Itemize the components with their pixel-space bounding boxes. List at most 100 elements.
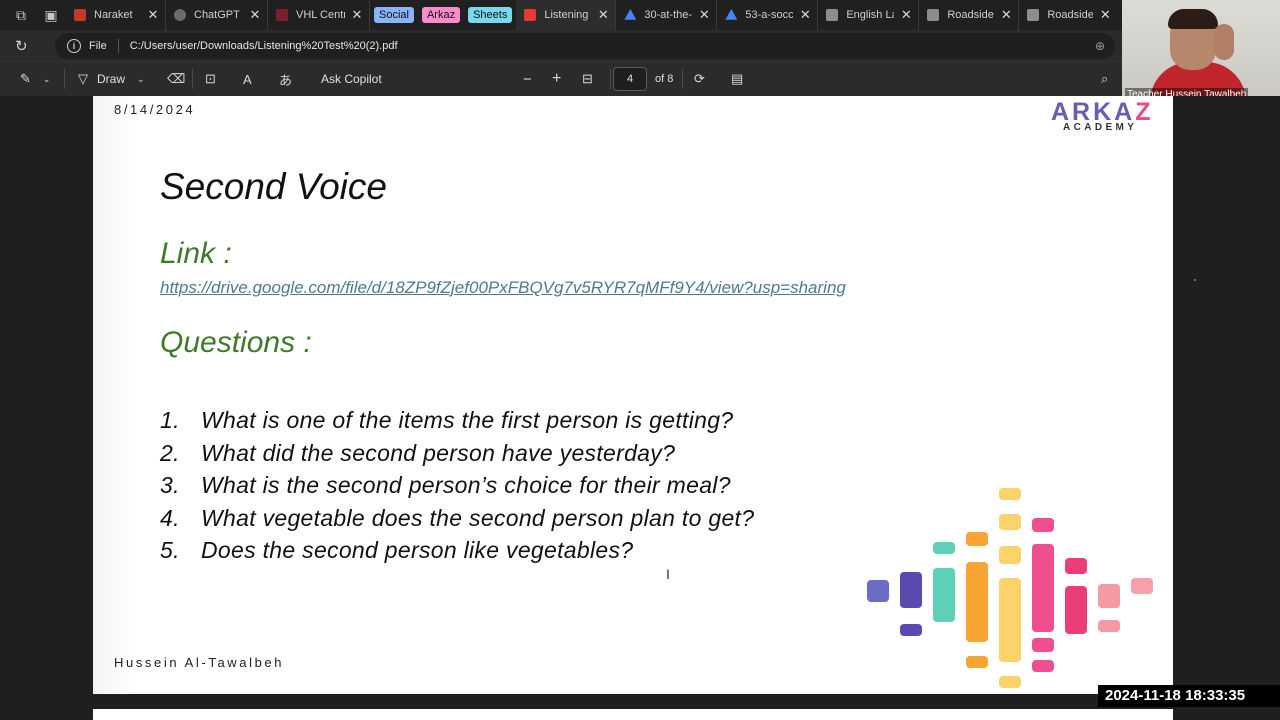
tab-roadside-a-2[interactable]: Roadside A ✕ [1019, 0, 1117, 30]
close-tab-icon[interactable]: ✕ [1000, 7, 1012, 23]
slide-author: Hussein Al-Tawalbeh [114, 655, 285, 670]
tab-title: Listening T [544, 9, 591, 21]
tab-strip: ⧉ ▣ Naraket ✕ ChatGPT ✕ VHL Central ✕ So… [0, 0, 1280, 30]
close-tab-icon[interactable]: ✕ [249, 7, 261, 23]
wave-bar [1131, 578, 1153, 594]
question-number: 3. [160, 472, 180, 498]
tab-group-arkaz[interactable]: Arkaz [421, 7, 461, 23]
wave-bar [933, 568, 955, 622]
slide-title: Second Voice [160, 166, 387, 207]
eraser-icon: ⌫ [167, 71, 186, 86]
plus-icon: + [552, 70, 562, 87]
zoom-in-button[interactable]: + [552, 62, 561, 97]
question-text: What vegetable does the second person pl… [201, 504, 755, 531]
pdf-viewer[interactable]: 8/14/2024 ARKAZ ACADEMY Second Voice Lin… [0, 96, 1280, 720]
close-tab-icon[interactable]: ✕ [1099, 7, 1111, 23]
question-number: 5. [160, 537, 180, 563]
question-text: What did the second person have yesterda… [201, 439, 676, 466]
list-item: 1. What is one of the items the first per… [160, 404, 754, 437]
pdf-favicon-icon [524, 9, 537, 21]
wave-bar [1032, 518, 1054, 532]
wave-bar [999, 578, 1021, 662]
page-favicon-icon [826, 9, 839, 21]
zoom-icon[interactable]: ⊕ [1095, 39, 1105, 53]
close-tab-icon[interactable]: ✕ [698, 7, 710, 23]
page-view-icon: ▤ [731, 71, 744, 86]
wave-bar [1032, 660, 1054, 672]
tab-roadside-a-1[interactable]: Roadside A ✕ [919, 0, 1020, 30]
highlight-button[interactable]: ✎ ⌄ [20, 62, 50, 97]
text-box-button[interactable]: ⊡ [205, 62, 216, 97]
webcam-person-hair [1168, 9, 1218, 29]
question-number: 2. [160, 439, 180, 466]
ask-copilot-button[interactable]: Ask Copilot [321, 62, 382, 97]
tab-title: English Lar [846, 9, 894, 21]
translate-button[interactable]: あ [279, 62, 292, 97]
read-aloud-button[interactable]: A [243, 62, 252, 97]
page-number-control: 4 of 8 [613, 62, 673, 97]
zoom-out-button[interactable]: − [523, 62, 532, 97]
chevron-down-icon[interactable]: ⌄ [43, 74, 51, 85]
tab-title: Naraket [94, 9, 133, 21]
page-number-input[interactable]: 4 [613, 67, 647, 91]
wave-bar [966, 656, 988, 668]
question-text: What is the second person’s choice for t… [201, 472, 731, 498]
pdf-toolbar: ✎ ⌄ ▽ Draw ⌄ ⌫ ⊡ A あ Ask Copilot − + ⊟ 4… [0, 61, 1122, 96]
tab-chatgpt[interactable]: ChatGPT ✕ [166, 0, 268, 30]
draw-button[interactable]: ▽ Draw ⌄ [78, 62, 145, 97]
tab-vhl-central[interactable]: VHL Central ✕ [268, 0, 370, 30]
address-bar: ↻ i File C:/Users/user/Downloads/Listeni… [0, 30, 1122, 61]
wave-bar [966, 532, 988, 546]
text-box-icon: ⊡ [205, 71, 216, 86]
wave-bar [999, 676, 1021, 688]
ask-copilot-label: Ask Copilot [321, 72, 382, 86]
reload-icon[interactable]: ↻ [15, 37, 45, 55]
tab-group-social[interactable]: Social [374, 7, 414, 23]
wave-bar [1032, 638, 1054, 652]
search-button[interactable]: ⌕ [1101, 62, 1108, 97]
close-tab-icon[interactable]: ✕ [351, 7, 363, 23]
address-divider [117, 38, 119, 53]
close-tab-icon[interactable]: ✕ [900, 7, 912, 23]
info-icon[interactable]: i [67, 38, 81, 53]
page-favicon-icon [1027, 9, 1040, 21]
webcam-overlay: Teacher Hussein Tawalbeh [1122, 0, 1280, 104]
close-tab-icon[interactable]: ✕ [799, 7, 811, 23]
tab-group-sheets[interactable]: Sheets [468, 7, 513, 23]
tab-actions-icon[interactable]: ▣ [36, 0, 66, 30]
erase-button[interactable]: ⌫ [167, 62, 185, 97]
close-tab-icon[interactable]: ✕ [147, 7, 159, 23]
wave-bar [1065, 558, 1087, 574]
workspaces-icon[interactable]: ⧉ [6, 0, 36, 30]
close-tab-icon[interactable]: ✕ [597, 7, 609, 23]
drive-link[interactable]: https://drive.google.com/file/d/18ZP9fZj… [160, 278, 846, 298]
address-field[interactable]: i File C:/Users/user/Downloads/Listening… [55, 32, 1115, 59]
questions-heading: Questions : [160, 326, 312, 359]
wave-bar [999, 488, 1021, 500]
list-item: 4. What vegetable does the second person … [160, 502, 754, 535]
chevron-down-icon[interactable]: ⌄ [137, 74, 145, 85]
rotate-button[interactable]: ⟳ [694, 62, 705, 97]
tab-listening-test[interactable]: Listening T ✕ [516, 0, 617, 30]
vhl-favicon-icon [276, 9, 288, 21]
fit-page-button[interactable]: ⊟ [582, 62, 593, 97]
highlighter-icon: ✎ [20, 71, 31, 86]
read-aloud-icon: A [243, 71, 252, 87]
tab-53-a-socce[interactable]: 53-a-socce ✕ [717, 0, 819, 30]
address-url[interactable]: C:/Users/user/Downloads/Listening%20Test… [130, 40, 398, 52]
draw-icon: ▽ [78, 71, 88, 86]
pdf-page: 8/14/2024 ARKAZ ACADEMY Second Voice Lin… [93, 96, 1173, 694]
toolbar-divider [610, 69, 611, 89]
rotate-icon: ⟳ [694, 71, 705, 86]
tab-english-lar[interactable]: English Lar ✕ [818, 0, 920, 30]
tab-naraket[interactable]: Naraket ✕ [66, 0, 166, 30]
drive-favicon-icon [624, 9, 637, 20]
question-text: Does the second person like vegetables? [201, 537, 634, 563]
wave-bar [900, 572, 922, 608]
page-view-button[interactable]: ▤ [731, 62, 743, 97]
link-heading: Link : [160, 237, 232, 270]
address-scheme-label: File [89, 39, 107, 52]
tab-title: Roadside A [947, 9, 994, 21]
question-number: 4. [160, 504, 180, 531]
tab-30-at-the[interactable]: 30-at-the- ✕ [616, 0, 718, 30]
